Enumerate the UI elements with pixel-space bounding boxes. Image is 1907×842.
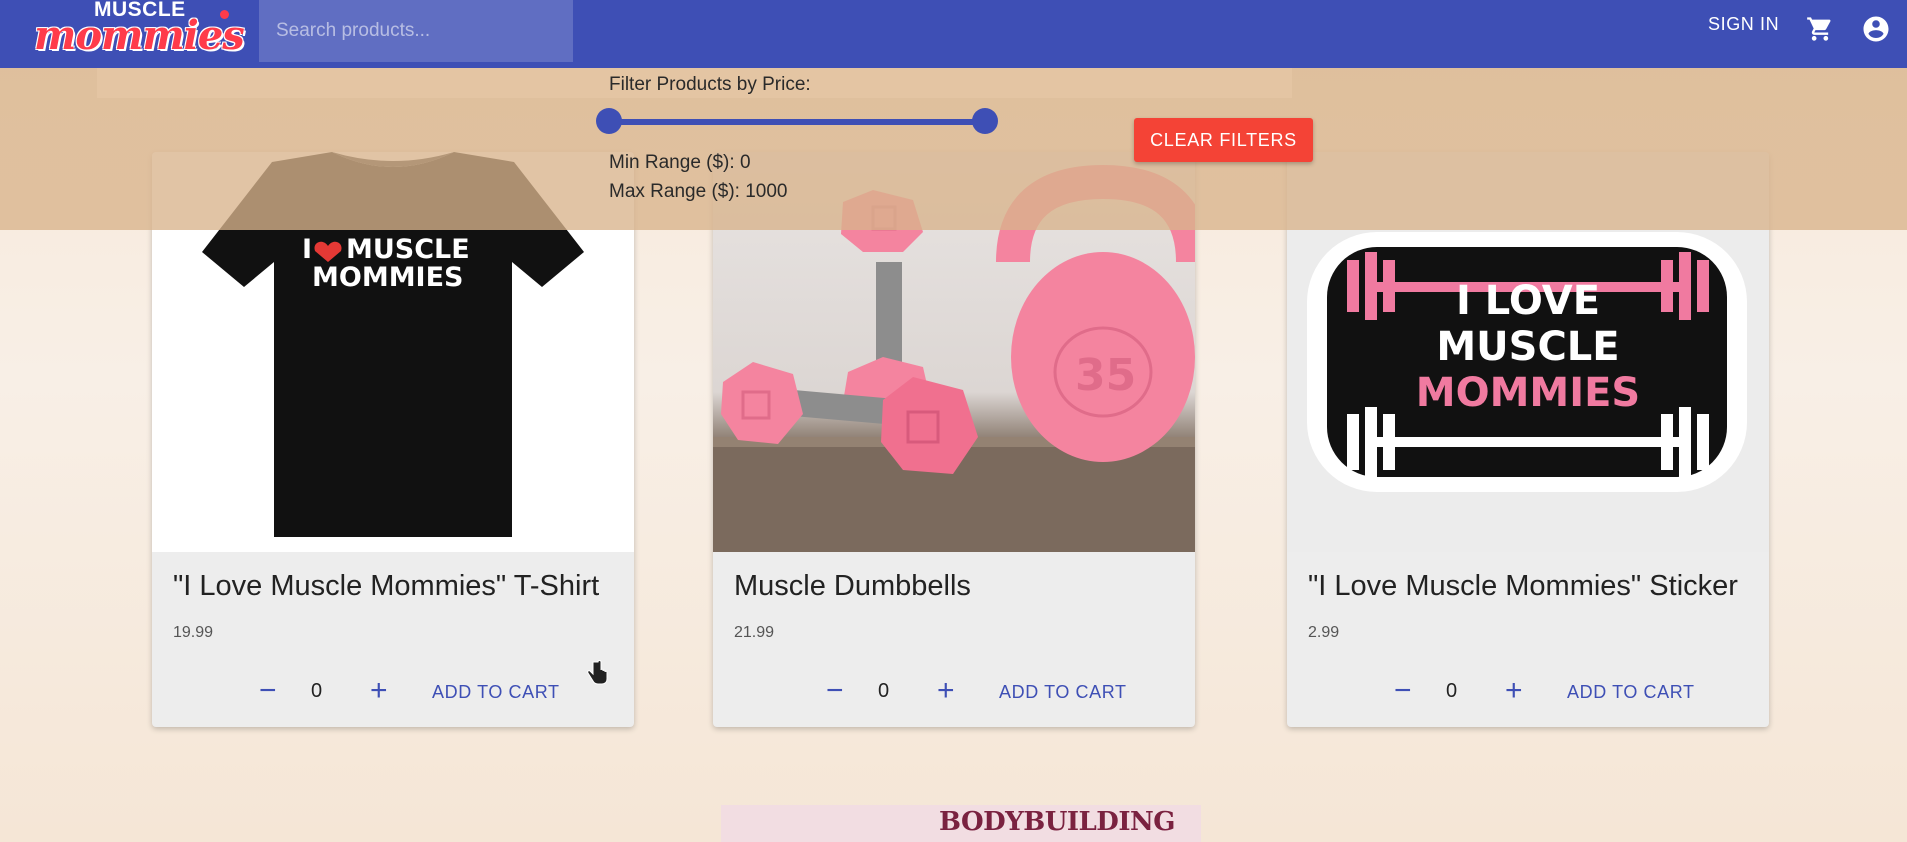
quantity-decrease-button[interactable]: − [259, 674, 277, 708]
quantity-decrease-button[interactable]: − [1394, 674, 1412, 708]
hand-cursor-icon [587, 660, 608, 685]
price-filter-panel: Filter Products by Price: Min Range ($):… [0, 68, 1907, 230]
product-title: "I Love Muscle Mommies" T-Shirt [173, 570, 600, 602]
product-card: I LOVE MUSCLE MOMMIES "I Love Muscle Mom… [1287, 152, 1769, 727]
sign-in-button[interactable]: SIGN IN [1708, 14, 1779, 35]
quantity-increase-button[interactable]: + [937, 674, 955, 708]
tshirt-text-i: I [302, 234, 312, 265]
add-to-cart-button[interactable]: ADD TO CART [1567, 682, 1695, 703]
tshirt-text-muscle: MUSCLE [346, 234, 470, 265]
kettlebell-text: 35 [1075, 350, 1136, 401]
min-range-label: Min Range ($): 0 [609, 152, 751, 173]
quantity-increase-button[interactable]: + [370, 674, 388, 708]
price-slider-min-thumb[interactable] [596, 108, 622, 134]
sticker-line-1: I LOVE [1456, 278, 1600, 324]
max-range-label: Max Range ($): 1000 [609, 181, 788, 202]
partial-card-text: BODYBUILDING [939, 807, 1176, 837]
price-range-slider-track[interactable] [609, 119, 985, 125]
sticker-line-3: MOMMIES [1416, 370, 1640, 416]
product-price: 21.99 [734, 624, 775, 641]
filter-title: Filter Products by Price: [609, 74, 811, 95]
search-input[interactable] [259, 0, 573, 62]
logo-dot [220, 10, 229, 19]
app-bar: MUSCLE mommies SIGN IN [0, 0, 1907, 68]
quantity-value: 0 [1446, 680, 1458, 702]
add-to-cart-button[interactable]: ADD TO CART [432, 682, 560, 703]
clear-filters-button[interactable]: CLEAR FILTERS [1134, 118, 1313, 162]
product-price: 19.99 [173, 624, 214, 641]
quantity-decrease-button[interactable]: − [826, 674, 844, 708]
shopping-cart-icon[interactable] [1806, 15, 1834, 43]
price-slider-max-thumb[interactable] [972, 108, 998, 134]
product-title: Muscle Dumbbells [734, 570, 971, 602]
product-card: 35 Muscle Dumbbells 21.99 − 0 + ADD TO C… [713, 152, 1195, 727]
quantity-value: 0 [311, 680, 323, 702]
product-card: I MUSCLE MOMMIES "I Love Muscle Mommies"… [152, 152, 634, 727]
account-circle-icon[interactable] [1861, 14, 1891, 44]
product-price: 2.99 [1308, 624, 1340, 641]
product-title: "I Love Muscle Mommies" Sticker [1308, 570, 1738, 602]
logo[interactable]: MUSCLE mommies [34, 0, 245, 59]
tshirt-text-mommies: MOMMIES [312, 262, 464, 293]
add-to-cart-button[interactable]: ADD TO CART [999, 682, 1127, 703]
quantity-value: 0 [878, 680, 890, 702]
sticker-line-2: MUSCLE [1436, 324, 1619, 370]
product-card-partial[interactable]: BODYBUILDING [721, 805, 1201, 842]
quantity-increase-button[interactable]: + [1505, 674, 1523, 708]
logo-main-text: mommies [34, 12, 245, 59]
